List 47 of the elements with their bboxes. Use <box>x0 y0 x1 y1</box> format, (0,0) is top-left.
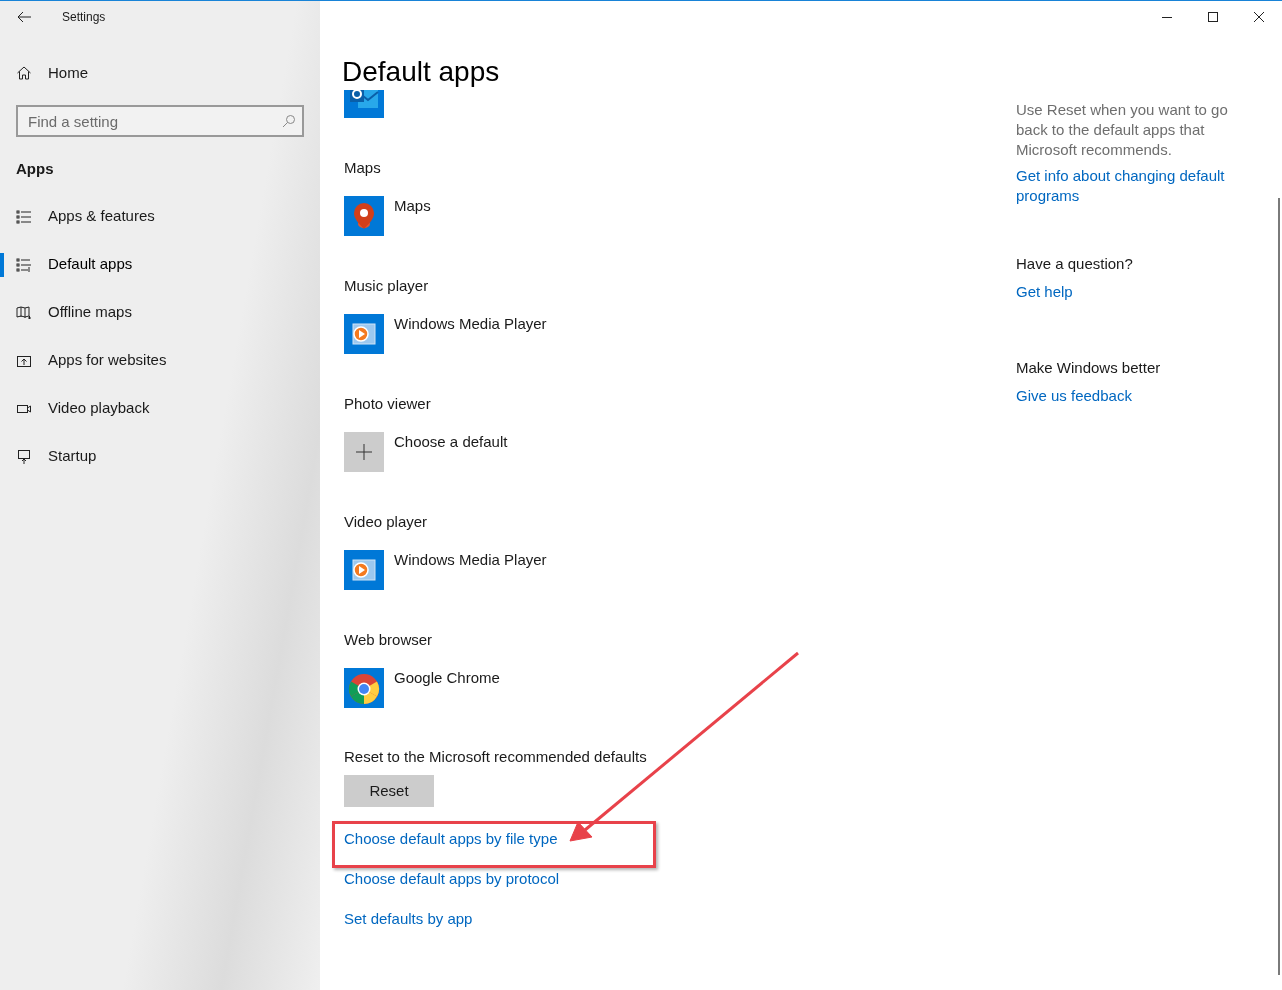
default-app-button[interactable]: Windows Media Player <box>394 550 547 570</box>
info-link[interactable]: Get info about changing default programs <box>1016 166 1246 206</box>
plus-tile-icon[interactable] <box>344 432 384 472</box>
nav-item[interactable]: Video playback <box>16 397 150 420</box>
reset-button[interactable]: Reset <box>344 775 434 807</box>
map-pin-app-icon[interactable] <box>344 196 384 236</box>
maximize-icon[interactable] <box>1208 11 1218 22</box>
list-icon <box>16 208 32 225</box>
monitor-arrow-icon <box>16 448 32 465</box>
category-label: Photo viewer <box>344 394 431 414</box>
browser-app-icon[interactable] <box>344 668 384 708</box>
nav-item[interactable]: Default apps <box>16 253 133 276</box>
nav-item[interactable]: Offline maps <box>16 301 132 324</box>
home-icon <box>16 65 32 81</box>
page-title: Default apps <box>342 55 500 89</box>
category-label: Music player <box>344 276 429 296</box>
link[interactable]: Choose default apps by protocol <box>344 869 560 889</box>
nav-item[interactable]: Apps for websites <box>16 349 167 372</box>
scrollbar[interactable] <box>1278 198 1280 975</box>
nav-item[interactable]: Startup <box>16 445 97 468</box>
nav-item[interactable]: Apps & features <box>16 205 155 228</box>
play-app-icon[interactable] <box>344 314 384 354</box>
mail-app-icon[interactable] <box>344 90 384 118</box>
default-app-button[interactable]: Maps <box>394 196 431 216</box>
default-app-button[interactable]: Windows Media Player <box>394 314 547 334</box>
help-link[interactable]: Give us feedback <box>1016 386 1132 406</box>
aside-heading: Make Windows better <box>1016 358 1161 378</box>
default-app-button[interactable]: Google Chrome <box>394 668 500 688</box>
window-title: Settings <box>62 8 106 26</box>
link[interactable]: Choose default apps by file type <box>344 829 558 849</box>
category-label: Video player <box>344 512 428 532</box>
list-icon <box>16 256 32 273</box>
aside-heading: Have a question? <box>1016 254 1133 274</box>
reset-label: Reset to the Microsoft recommended defaults <box>343 747 647 767</box>
reset-description: Use Reset when you want to go back to the default apps that Microsoft recommends. <box>1016 100 1229 160</box>
home-link[interactable]: Home <box>16 62 88 84</box>
category-label: Web browser <box>344 630 433 650</box>
search-icon <box>282 114 296 128</box>
map-icon <box>16 304 32 321</box>
section-heading: Apps <box>16 159 55 179</box>
category-label: Maps <box>344 158 381 178</box>
search-field[interactable]: Find a setting <box>16 105 304 137</box>
link[interactable]: Set defaults by app <box>344 909 473 929</box>
default-app-button[interactable]: Choose a default <box>394 432 508 452</box>
help-link[interactable]: Get help <box>1016 282 1073 302</box>
play-app-icon[interactable] <box>344 550 384 590</box>
close-icon[interactable] <box>1254 11 1264 22</box>
